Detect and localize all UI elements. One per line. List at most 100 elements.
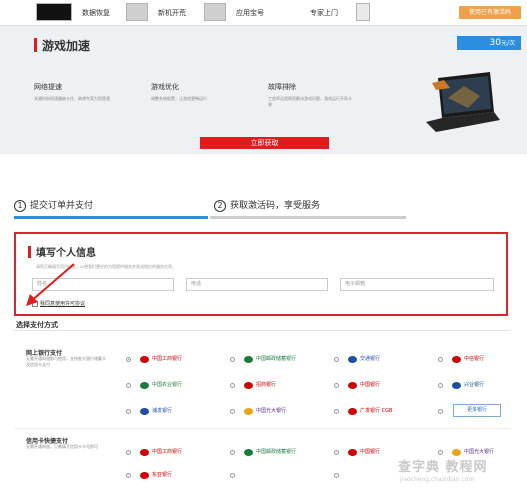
phone-field[interactable]: 电话 (186, 278, 328, 291)
credit-card-desc: 无需开通网银，只需填写信用卡卡号即可 (26, 444, 98, 449)
bank-radio[interactable] (334, 383, 339, 388)
bank-radio[interactable] (230, 409, 235, 414)
feature-game-optimize: 游戏优化 调整系统配置，让游戏更畅运行 (151, 82, 235, 102)
feature-troubleshoot: 故障排除 工程师远程帮您解决游戏问题，游戏运行不再卡顿 (268, 82, 352, 108)
bank-option[interactable]: 招商银行 (240, 379, 306, 392)
bank-logo-icon (348, 382, 357, 389)
bank-radio[interactable] (334, 409, 339, 414)
nav-item-new-setup[interactable]: 新机开荒 (158, 8, 186, 18)
bank-radio[interactable] (438, 383, 443, 388)
bank-radio[interactable] (334, 450, 339, 455)
bank-option[interactable]: 中国邮政储蓄银行 (240, 446, 306, 459)
price-tag: 30元/次 (457, 36, 521, 50)
nav-thumb[interactable] (204, 3, 226, 21)
price-unit: 元/次 (500, 40, 515, 47)
title-marker (28, 246, 31, 258)
bank-radio[interactable] (438, 450, 443, 455)
feature-desc: 工程师远程帮您解决游戏问题，游戏运行不再卡顿 (268, 96, 352, 107)
bank-logo-icon (452, 449, 461, 456)
bank-option[interactable]: 中国农业银行 (136, 379, 202, 392)
bank-radio[interactable] (438, 409, 443, 414)
nav-item-data-recovery[interactable]: 数据恢复 (82, 8, 110, 18)
bank-option[interactable]: 中信银行 (448, 353, 514, 366)
step-label: 获取激活码，享受服务 (230, 201, 321, 211)
more-banks-button[interactable]: 更多银行 (453, 404, 501, 417)
step-1: 1 提交订单并支付 (14, 198, 93, 212)
bank-logo-icon (348, 449, 357, 456)
watermark: 查字典 教程网 (398, 460, 488, 475)
nav-item-app[interactable]: 应用宝号 (236, 8, 264, 18)
bank-option[interactable]: 广发银行 CGB (344, 405, 410, 418)
feature-title: 故障排除 (268, 83, 296, 91)
bank-option[interactable]: 中国邮政储蓄银行 (240, 353, 306, 366)
use-activation-code-button[interactable]: 使用已有激活码 (459, 6, 521, 19)
nav-thumb-laptop[interactable] (36, 3, 72, 21)
bank-option[interactable]: 浦发银行 (136, 405, 202, 418)
bank-logo-icon (348, 356, 357, 363)
service-title: 游戏加速 (42, 39, 91, 53)
bank-radio[interactable] (126, 473, 131, 478)
divider (14, 330, 510, 331)
get-now-button[interactable]: 立即获取 (200, 137, 329, 149)
top-nav: 数据恢复 新机开荒 应用宝号 专家上门 使用已有激活码 (0, 0, 527, 26)
bank-radio[interactable] (126, 383, 131, 388)
bank-logo-icon (244, 356, 253, 363)
payment-title: 选择支付方式 (16, 321, 58, 329)
bank-logo-icon (452, 356, 461, 363)
page: 数据恢复 新机开荒 应用宝号 专家上门 使用已有激活码 游戏加速 30元/次 网… (0, 0, 527, 491)
step-1-bar (14, 216, 208, 219)
step-number: 2 (214, 200, 226, 212)
bank-logo-icon (140, 449, 149, 456)
bank-option[interactable]: 中国工商银行 (136, 353, 202, 366)
nav-thumb[interactable] (356, 3, 370, 21)
bank-radio[interactable] (126, 357, 131, 362)
divider (14, 428, 510, 429)
bank-radio[interactable] (334, 473, 339, 478)
title-marker (34, 38, 37, 52)
bank-radio[interactable] (126, 409, 131, 414)
bank-radio[interactable] (230, 450, 235, 455)
bank-radio[interactable] (230, 383, 235, 388)
price-value: 30 (489, 38, 501, 48)
bank-option[interactable]: 东亚银行 (136, 469, 202, 482)
bank-logo-icon (244, 382, 253, 389)
bank-radio[interactable] (438, 357, 443, 362)
bank-radio[interactable] (126, 450, 131, 455)
bank-logo-icon (244, 408, 253, 415)
bank-logo-icon (244, 449, 253, 456)
nav-thumb[interactable] (126, 3, 148, 21)
step-number: 1 (14, 200, 26, 212)
feature-title: 游戏优化 (151, 83, 179, 91)
order-steps: 1 提交订单并支付 2 获取激活码，享受服务 (14, 198, 406, 220)
bank-radio[interactable] (230, 357, 235, 362)
form-title: 填写个人信息 (36, 248, 96, 259)
bank-logo-icon (452, 382, 461, 389)
step-2: 2 获取激活码，享受服务 (214, 198, 320, 212)
bank-logo-icon (348, 408, 357, 415)
bank-option[interactable]: 中国银行 (344, 379, 410, 392)
service-banner: 游戏加速 30元/次 网络提速 关键时刻网速慢被卡住，联想专家为您提速 游戏优化… (0, 26, 527, 154)
step-label: 提交订单并支付 (30, 201, 94, 211)
bank-option[interactable]: 交通银行 (344, 353, 410, 366)
feature-network: 网络提速 关键时刻网速慢被卡住，联想专家为您提速 (34, 82, 118, 102)
nav-item-onsite[interactable]: 专家上门 (310, 8, 338, 18)
email-field[interactable]: 电子邮箱 (340, 278, 494, 291)
bank-radio[interactable] (334, 357, 339, 362)
bank-option[interactable]: 中国光大银行 (240, 405, 306, 418)
online-banking-desc: 无需开通网银即可使用，支持各大银行储蓄卡及信用卡支付 (26, 356, 106, 367)
bank-logo-icon (140, 472, 149, 479)
personal-info-form: 填写个人信息 请您正确填写用户信息，以便我们更好的为您提供服务并发送相应的服务信… (14, 232, 508, 316)
bank-logo-icon (140, 356, 149, 363)
bank-logo-icon (140, 408, 149, 415)
feature-title: 网络提速 (34, 83, 62, 91)
bank-logo-icon (140, 382, 149, 389)
annotation-arrow-icon (26, 263, 75, 306)
feature-desc: 调整系统配置，让游戏更畅运行 (151, 96, 207, 101)
feature-desc: 关键时刻网速慢被卡住，联想专家为您提速 (34, 96, 110, 101)
watermark-url: jiaocheng.chazidian.com (400, 476, 475, 483)
laptop-illustration (426, 72, 500, 132)
bank-option[interactable]: 中国工商银行 (136, 446, 202, 459)
bank-option[interactable]: 兴业银行 (448, 379, 514, 392)
bank-radio[interactable] (230, 473, 235, 478)
step-2-bar (210, 216, 406, 219)
